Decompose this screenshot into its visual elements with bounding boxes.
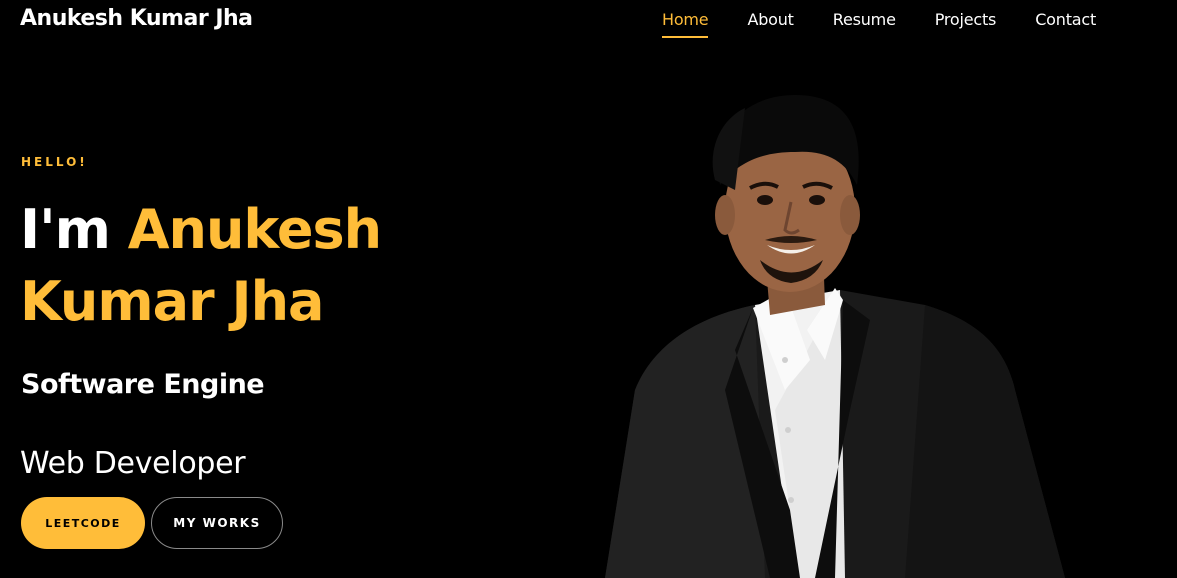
hero-greeting: HELLO! (21, 155, 88, 169)
nav-item-resume[interactable]: Resume (833, 10, 896, 36)
nav-item-home[interactable]: Home (662, 10, 709, 38)
my-works-button[interactable]: MY WORKS (151, 497, 283, 549)
hero-name-rest: Kumar Jha (20, 270, 324, 333)
nav-item-projects[interactable]: Projects (935, 10, 997, 36)
hero-subrole: Web Developer (20, 446, 246, 481)
main-nav: Home About Resume Projects Contact (662, 10, 1135, 38)
hero-headline: I'm Anukesh Kumar Jha (20, 194, 580, 338)
nav-item-about[interactable]: About (747, 10, 794, 36)
leetcode-button[interactable]: LEETCODE (21, 497, 145, 549)
nav-item-contact[interactable]: Contact (1035, 10, 1096, 36)
site-brand[interactable]: Anukesh Kumar Jha (20, 6, 253, 31)
hero-name-first: Anukesh (127, 198, 382, 261)
hero-intro: I'm (20, 198, 128, 261)
home-page: Anukesh Kumar Jha Home About Resume Proj… (0, 0, 1177, 578)
hero-role: Software Engine (21, 369, 265, 400)
profile-photo (605, 95, 1065, 578)
